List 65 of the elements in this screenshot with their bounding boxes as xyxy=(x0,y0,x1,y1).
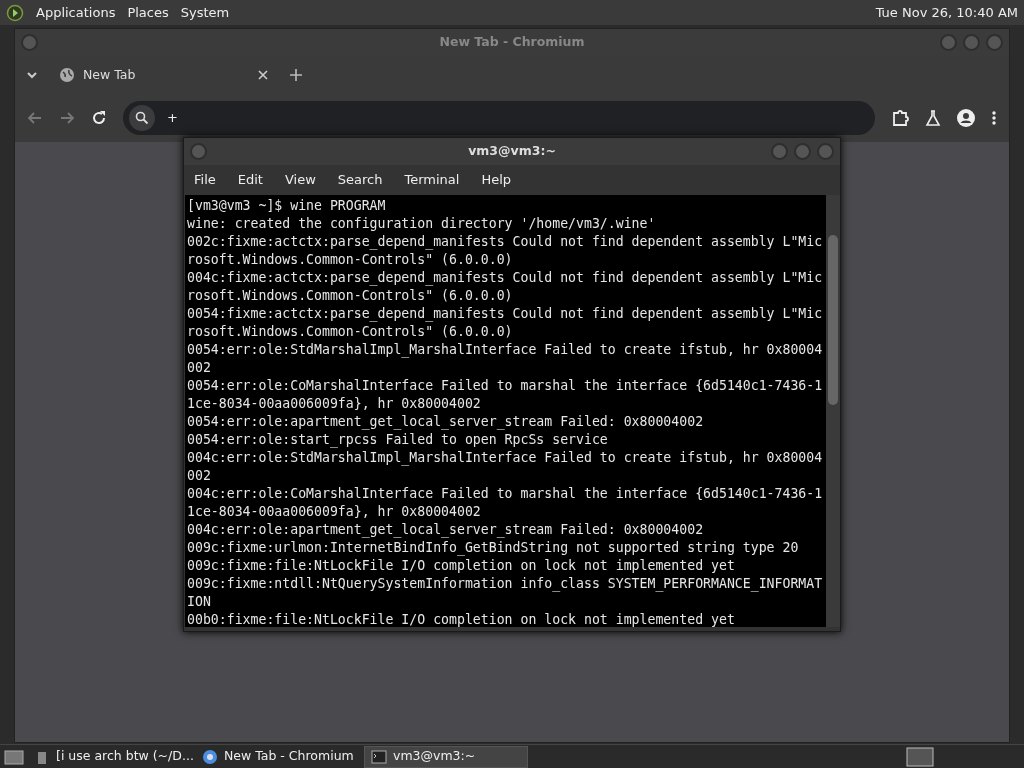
window-control-button[interactable] xyxy=(794,143,811,160)
terminal-line: 002c:fixme:actctx:parse_depend_manifests Could not find dependent assembly L"Mic xyxy=(187,233,823,251)
terminal-line: rosoft.Windows.Common-Controls" (6.0.0.0) xyxy=(187,251,513,269)
terminal-line: 0054:err:ole:apartment_get_local_server_stream Failed: 0x80004002 xyxy=(187,413,704,431)
panel-menu[interactable]: Places xyxy=(127,2,169,23)
globe-icon xyxy=(202,748,218,765)
distro-logo-icon xyxy=(6,3,24,22)
search-icon xyxy=(129,105,155,131)
taskbar-item[interactable]: New Tab - Chromium xyxy=(196,745,360,768)
terminal-line: 009c:fixme:urlmon:InternetBindInfo_GetBindString not supported string type 20 xyxy=(187,539,799,557)
taskbar-item[interactable]: [i use arch btw (~/D... xyxy=(28,745,192,768)
terminal-line: wine: created the configuration directory '/home/vm3/.wine' xyxy=(187,215,656,233)
terminal-line: 0054:err:ole:StdMarshalImpl_MarshalInterface Failed to create ifstub, hr 0x80004 xyxy=(187,341,823,359)
window-control-button[interactable] xyxy=(771,143,788,160)
flask-icon[interactable] xyxy=(925,110,941,126)
window-control-button[interactable] xyxy=(963,34,980,51)
scrollbar[interactable] xyxy=(826,195,840,627)
terminal-line: [vm3@vm3 ~]$ wine PROGRAM xyxy=(187,197,386,215)
window-control-button[interactable] xyxy=(190,143,207,160)
reload-icon[interactable] xyxy=(91,110,107,126)
terminal-line: 1ce-8034-00aa006009fa}, hr 0x80004002 xyxy=(187,395,481,413)
terminal-line: 0054:err:ole:start_rpcss Failed to open RpcSs service xyxy=(187,431,608,449)
terminal-line: 1ce-8034-00aa006009fa}, hr 0x80004002 xyxy=(187,503,481,521)
terminal-line: 002 xyxy=(187,359,211,377)
terminal-line: 00b0:fixme:file:NtLockFile I/O completion on lock not implemented yet xyxy=(187,611,735,627)
panel-menu[interactable]: System xyxy=(180,2,230,23)
globe-icon xyxy=(59,67,75,83)
panel-menu[interactable]: Applications xyxy=(36,2,116,23)
terminal-line: 004c:err:ole:StdMarshalImpl_MarshalInterface Failed to create ifstub, hr 0x80004 xyxy=(187,449,823,467)
window-control-button[interactable] xyxy=(940,34,957,51)
address-bar[interactable]: + xyxy=(123,101,875,135)
profile-icon[interactable] xyxy=(957,109,975,127)
close-icon[interactable] xyxy=(257,69,269,81)
more-options-icon[interactable] xyxy=(991,110,997,126)
terminal-line: ION xyxy=(187,593,211,611)
taskbar-item[interactable]: vm3@vm3:~ xyxy=(364,745,528,768)
terminal-line: 004c:err:ole:apartment_get_local_server_stream Failed: 0x80004002 xyxy=(187,521,704,539)
window-control-button[interactable] xyxy=(986,34,1003,51)
terminal-line: 002 xyxy=(187,467,211,485)
menu-item[interactable]: Help xyxy=(481,170,512,190)
terminal-line: rosoft.Windows.Common-Controls" (6.0.0.0) xyxy=(187,287,513,305)
terminal-line: 004c:err:ole:CoMarshalInterface Failed to marshal the interface {6d5140c1-7436-1 xyxy=(187,485,823,503)
terminal-line: 0054:err:ole:CoMarshalInterface Failed to marshal the interface {6d5140c1-7436-1 xyxy=(187,377,823,395)
menu-item[interactable]: Search xyxy=(337,170,383,190)
puzzle-piece-icon[interactable] xyxy=(891,109,909,127)
window-title: vm3@vm3:~ xyxy=(468,142,556,161)
window-control-button[interactable] xyxy=(817,143,834,160)
workspace-switcher-icon[interactable] xyxy=(906,746,934,767)
terminal-line: 009c:fixme:ntdll:NtQuerySystemInformation info_class SYSTEM_PERFORMANCE_INFORMAT xyxy=(187,575,823,593)
menu-item[interactable]: Edit xyxy=(237,170,263,190)
back-arrow-icon[interactable] xyxy=(27,110,43,126)
show-desktop-icon[interactable] xyxy=(4,747,24,766)
menu-item[interactable]: Terminal xyxy=(404,170,460,190)
clock: Tue Nov 26, 10:40 AM xyxy=(875,3,1018,22)
terminal-icon xyxy=(371,748,387,765)
window-title: New Tab - Chromium xyxy=(439,33,585,52)
terminal-line: 0054:fixme:actctx:parse_depend_manifests Could not find dependent assembly L"Mic xyxy=(187,305,823,323)
menu-item[interactable]: View xyxy=(284,170,316,190)
terminal-line: 009c:fixme:file:NtLockFile I/O completion on lock not implemented yet xyxy=(187,557,735,575)
terminal-line: 004c:fixme:actctx:parse_depend_manifests Could not find dependent assembly L"Mic xyxy=(187,269,823,287)
menu-item[interactable]: File xyxy=(194,170,216,190)
window-control-button[interactable] xyxy=(21,34,38,51)
forward-arrow-icon[interactable] xyxy=(59,110,75,126)
new-tab-icon[interactable] xyxy=(289,68,303,82)
terminal-line: rosoft.Windows.Common-Controls" (6.0.0.0) xyxy=(187,323,513,341)
